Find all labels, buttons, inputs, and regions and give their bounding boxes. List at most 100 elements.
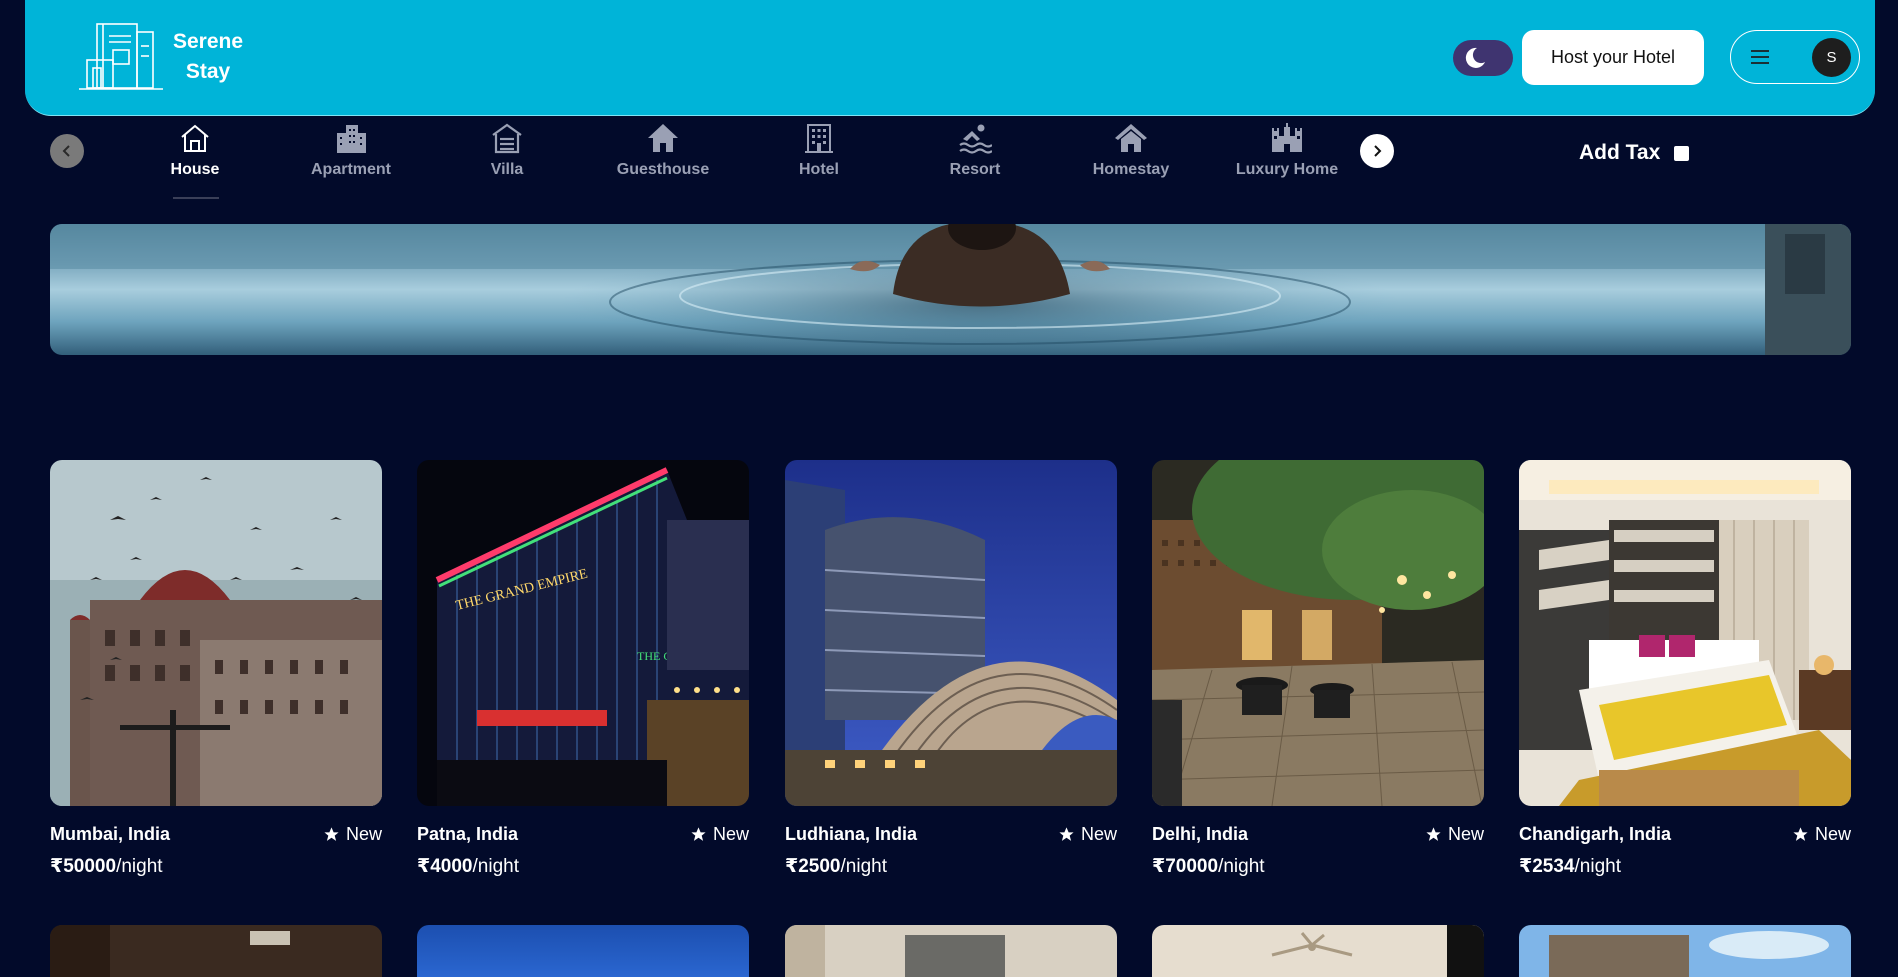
add-tax-checkbox[interactable] xyxy=(1674,145,1690,161)
chevron-right-icon xyxy=(1374,145,1382,157)
listing-price: ₹2534/night xyxy=(1519,855,1851,878)
star-icon xyxy=(324,827,339,841)
listing-location: Mumbai, India xyxy=(50,824,171,844)
category-house[interactable]: House xyxy=(130,118,260,199)
new-badge-label: New xyxy=(1080,824,1117,844)
building-logo-icon xyxy=(79,23,163,90)
listing-image-row2-1[interactable] xyxy=(50,925,382,977)
listing-image[interactable]: THE GRAND EMPIRE THE GRAND EMPIRE xyxy=(417,460,749,806)
category-label: Hotel xyxy=(799,161,839,178)
price-amount: ₹2534 xyxy=(1519,856,1575,877)
category-label: Guesthouse xyxy=(616,161,710,178)
price-unit: /night xyxy=(1218,856,1265,877)
listing-card[interactable]: Chandigarh, India New ₹2534/night xyxy=(1519,460,1851,878)
listing-card[interactable]: Delhi, India New ₹70000/night xyxy=(1152,460,1484,878)
chevron-left-icon xyxy=(62,145,70,157)
rating-badge: New xyxy=(690,824,749,845)
grand-empire-patna-image: THE GRAND EMPIRE THE GRAND EMPIRE xyxy=(417,460,749,806)
scroll-left-button[interactable] xyxy=(50,134,84,168)
homestay-icon xyxy=(1115,124,1147,152)
listing-image-row2-5[interactable] xyxy=(1519,925,1851,977)
listing-photo xyxy=(785,925,1117,977)
price-amount: ₹4000 xyxy=(417,856,473,877)
star-icon xyxy=(1793,827,1808,841)
hotel-icon xyxy=(805,124,833,153)
profile-menu-button[interactable]: S xyxy=(1730,30,1860,84)
category-label: House xyxy=(170,161,220,178)
category-apartment[interactable]: Apartment xyxy=(286,118,416,198)
listing-image[interactable] xyxy=(1152,460,1484,806)
resort-icon xyxy=(959,124,992,154)
listing-photo xyxy=(1152,925,1484,977)
chandigarh-room-image xyxy=(1519,460,1851,806)
active-category-underline xyxy=(173,197,219,199)
listing-image[interactable] xyxy=(785,460,1117,806)
luxury-home-icon xyxy=(1272,123,1302,152)
pool-swimmer-image xyxy=(50,224,1851,355)
listing-card[interactable]: Mumbai, India New ₹50000/night xyxy=(50,460,382,878)
category-villa[interactable]: Villa xyxy=(442,118,572,198)
price-unit: /night xyxy=(840,856,887,877)
listing-location: Chandigarh, India xyxy=(1519,824,1672,844)
price-unit: /night xyxy=(116,856,163,877)
scroll-right-button[interactable] xyxy=(1360,134,1394,168)
logo[interactable]: Serene Stay xyxy=(79,22,243,92)
category-label: Villa xyxy=(490,161,524,178)
category-label: Resort xyxy=(949,161,1001,178)
apartment-icon xyxy=(337,125,366,153)
star-icon xyxy=(1059,827,1074,841)
rating-badge: New xyxy=(323,824,382,845)
category-homestay[interactable]: Homestay xyxy=(1066,118,1196,198)
price-amount: ₹70000 xyxy=(1152,856,1219,877)
category-label: Apartment xyxy=(310,161,391,178)
logo-line-2: Stay xyxy=(185,60,231,83)
logo-line-1: Serene xyxy=(173,30,244,53)
listing-image-row2-3[interactable] xyxy=(785,925,1117,977)
listing-location: Delhi, India xyxy=(1152,824,1249,844)
listing-photo xyxy=(417,925,749,977)
listing-location: Ludhiana, India xyxy=(785,824,918,844)
host-your-hotel-button[interactable]: Host your Hotel xyxy=(1522,30,1704,85)
listing-price: ₹50000/night xyxy=(50,855,382,878)
add-tax-toggle: Add Tax xyxy=(1579,141,1690,165)
star-icon xyxy=(1426,827,1441,841)
listing-card[interactable]: THE GRAND EMPIRE THE GRAND EMPIRE Patna,… xyxy=(417,460,749,878)
guesthouse-icon xyxy=(648,124,678,152)
price-amount: ₹2500 xyxy=(785,856,841,877)
listing-price: ₹70000/night xyxy=(1152,855,1484,878)
delhi-courtyard-image xyxy=(1152,460,1484,806)
house-icon xyxy=(181,124,209,152)
listing-image[interactable] xyxy=(1519,460,1851,806)
moon-icon xyxy=(1465,47,1485,68)
listing-image-row2-4[interactable] xyxy=(1152,925,1484,977)
taj-hotel-mumbai-image xyxy=(50,460,382,806)
price-unit: /night xyxy=(472,856,519,877)
listing-location: Patna, India xyxy=(417,824,519,844)
listing-card[interactable]: Ludhiana, India New ₹2500/night xyxy=(785,460,1117,878)
category-guesthouse[interactable]: Guesthouse xyxy=(598,118,728,198)
category-label: Homestay xyxy=(1092,161,1170,178)
listing-price: ₹4000/night xyxy=(417,855,749,878)
category-hotel[interactable]: Hotel xyxy=(754,118,884,198)
price-unit: /night xyxy=(1574,856,1621,877)
ludhiana-hotel-image xyxy=(785,460,1117,806)
listing-image-row2-2[interactable] xyxy=(417,925,749,977)
top-navbar: Serene Stay Host your Hotel S xyxy=(25,0,1875,116)
listing-photo xyxy=(1519,925,1851,977)
listing-image[interactable] xyxy=(50,460,382,806)
rating-badge: New xyxy=(1792,824,1851,845)
new-badge-label: New xyxy=(1814,824,1851,844)
hero-banner-image xyxy=(50,224,1851,355)
price-amount: ₹50000 xyxy=(50,856,117,877)
avatar: S xyxy=(1812,37,1851,77)
category-resort[interactable]: Resort xyxy=(910,118,1040,198)
new-badge-label: New xyxy=(1447,824,1484,844)
category-luxury-home[interactable]: Luxury Home xyxy=(1222,118,1352,198)
dark-mode-toggle[interactable] xyxy=(1453,40,1513,76)
logo-text: Serene Stay xyxy=(173,27,243,87)
new-badge-label: New xyxy=(712,824,749,844)
add-tax-label: Add Tax xyxy=(1579,141,1661,164)
hamburger-menu-icon xyxy=(1751,50,1769,64)
listing-price: ₹2500/night xyxy=(785,855,1117,878)
star-icon xyxy=(691,827,706,841)
